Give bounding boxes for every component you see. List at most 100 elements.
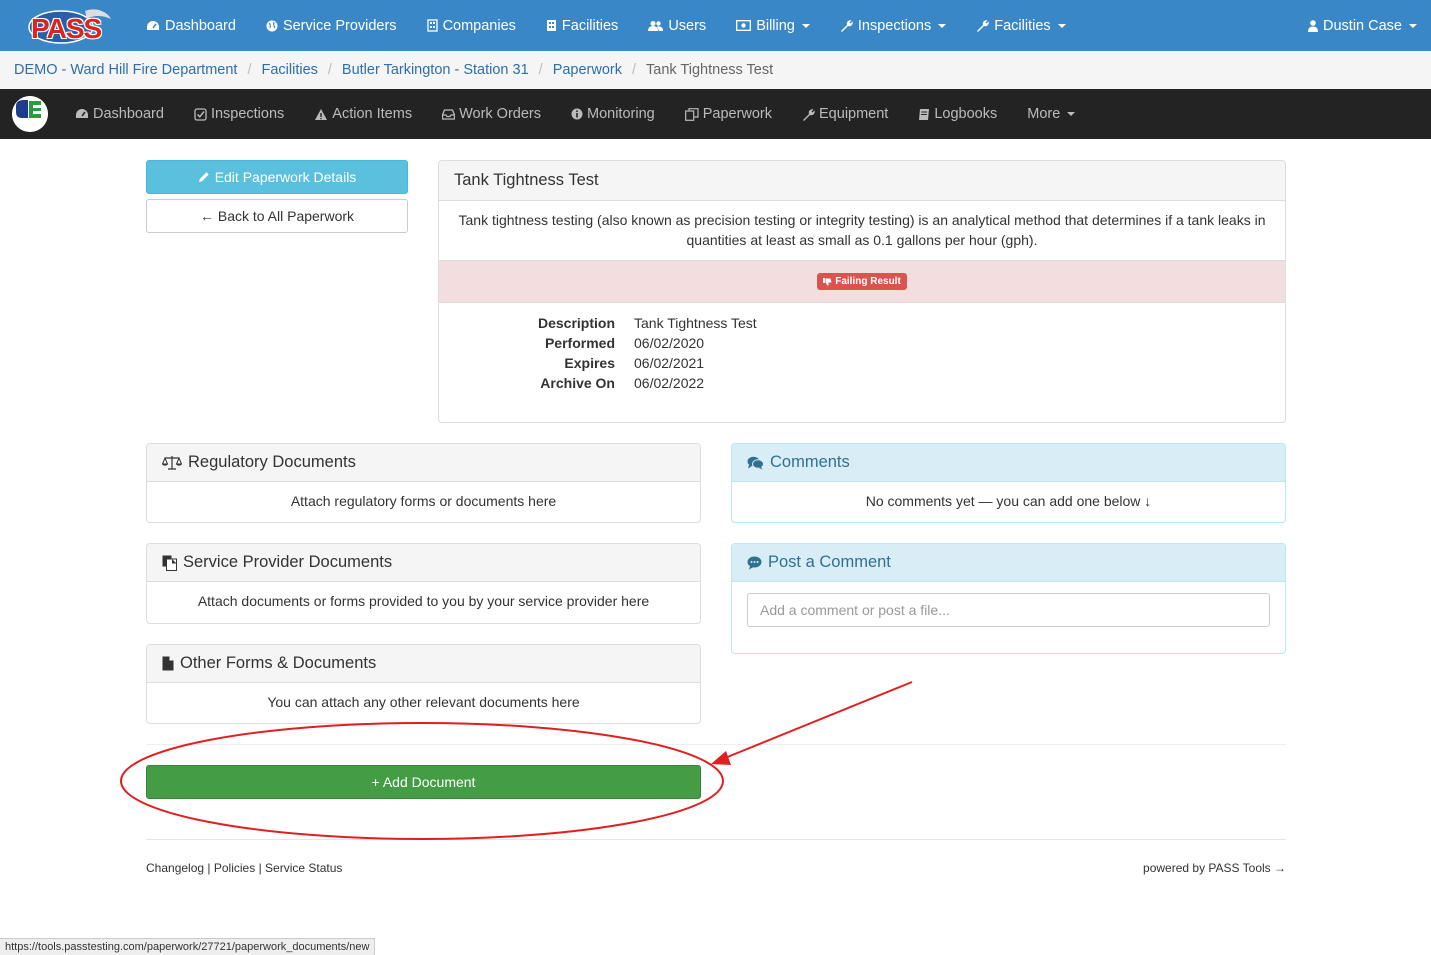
- info-circle-icon: [571, 108, 583, 120]
- balance-scale-icon: [162, 456, 182, 470]
- service-provider-documents-panel: Service Provider Documents Attach docume…: [146, 543, 701, 624]
- nav-inspections[interactable]: Inspections: [840, 17, 947, 34]
- comment-input[interactable]: Add a comment or post a file...: [747, 593, 1270, 627]
- files-icon: [162, 555, 177, 571]
- field-row: Performed 06/02/2020: [439, 333, 1285, 353]
- subnav-equipment-label: Equipment: [819, 106, 889, 122]
- nav-billing[interactable]: Billing: [736, 18, 810, 34]
- nav-dashboard[interactable]: Dashboard: [146, 18, 236, 34]
- subnav-paperwork-label: Paperwork: [702, 106, 773, 122]
- failing-result-label: Failing Result: [835, 276, 901, 287]
- nav-billing-label: Billing: [756, 17, 795, 34]
- subnav-action-items[interactable]: Action Items: [314, 106, 412, 122]
- chevron-down-icon: [938, 23, 947, 28]
- add-document-button[interactable]: + Add Document: [146, 765, 701, 799]
- book-icon: [919, 108, 930, 120]
- post-comment-title: Post a Comment: [768, 553, 891, 571]
- result-row: Failing Result: [439, 261, 1285, 303]
- money-icon: [736, 20, 752, 31]
- other-documents-panel: Other Forms & Documents You can attach a…: [146, 644, 701, 724]
- panel-heading: Comments: [732, 444, 1285, 482]
- wrench-icon: [840, 20, 853, 32]
- breadcrumb-facilities[interactable]: Facilities: [261, 62, 317, 78]
- field-label: Description: [537, 315, 615, 331]
- nav-users[interactable]: Users: [648, 18, 706, 34]
- chevron-down-icon: [1057, 23, 1066, 28]
- paperwork-fields: Description Tank Tightness Test Performe…: [439, 313, 1285, 393]
- organization-logo[interactable]: [12, 96, 48, 132]
- breadcrumb-department[interactable]: DEMO - Ward Hill Fire Department: [14, 62, 237, 78]
- comment-dots-icon: [747, 556, 762, 569]
- panel-heading: Service Provider Documents: [147, 544, 700, 582]
- nav-facilities-label: Facilities: [561, 17, 619, 34]
- facility-navbar: Dashboard Inspections Action Items Work …: [0, 89, 1431, 139]
- subnav-dashboard-label: Dashboard: [93, 106, 164, 122]
- regulatory-documents-body: Attach regulatory forms or documents her…: [290, 493, 557, 509]
- subnav-equipment[interactable]: Equipment: [802, 106, 888, 122]
- breadcrumb-separator: /: [327, 62, 332, 78]
- policies-link[interactable]: Policies: [214, 861, 255, 875]
- field-label: Archive On: [540, 375, 615, 391]
- panel-heading: Post a Comment: [732, 544, 1285, 582]
- comments-panel: Comments No comments yet — you can add o…: [731, 443, 1286, 523]
- globe-icon: [266, 20, 278, 31]
- subnav-more-label: More: [1027, 106, 1061, 122]
- comments-icon: [747, 456, 764, 469]
- regulatory-documents-title: Regulatory Documents: [188, 453, 356, 471]
- chevron-down-icon: [1409, 23, 1417, 28]
- field-value: 06/02/2020: [634, 335, 705, 351]
- user-icon: [1308, 19, 1319, 32]
- nav-companies[interactable]: Companies: [426, 17, 516, 34]
- nav-dashboard-label: Dashboard: [165, 17, 236, 34]
- warning-icon: [315, 108, 328, 120]
- field-row: Expires 06/02/2021: [439, 353, 1285, 373]
- nav-users-label: Users: [668, 17, 707, 34]
- top-navbar: PASS Dashboard Service Providers Compani…: [0, 0, 1431, 51]
- subnav-logbooks-label: Logbooks: [934, 106, 998, 122]
- subnav-action-items-label: Action Items: [332, 106, 413, 122]
- comments-title: Comments: [770, 453, 850, 471]
- wrench-icon: [977, 20, 989, 32]
- field-value: 06/02/2021: [634, 355, 705, 371]
- dashboard-icon: [76, 109, 88, 118]
- chevron-down-icon: [1067, 112, 1076, 116]
- edit-paperwork-button[interactable]: Edit Paperwork Details: [146, 160, 408, 194]
- paperwork-description: Tank tightness testing (also known as pr…: [439, 201, 1285, 261]
- subnav-paperwork[interactable]: Paperwork: [684, 106, 773, 122]
- check-square-icon: [194, 107, 207, 121]
- nav-inspections-label: Inspections: [857, 17, 932, 34]
- powered-by-link[interactable]: powered by PASS Tools →: [1143, 861, 1286, 875]
- browser-status-bar: https://tools.passtesting.com/paperwork/…: [0, 938, 376, 955]
- field-label: Performed: [544, 335, 615, 351]
- breadcrumb-current: Tank Tightness Test: [646, 62, 774, 78]
- pass-logo[interactable]: PASS: [27, 7, 113, 45]
- service-status-link[interactable]: Service Status: [265, 861, 342, 875]
- panel-heading: Other Forms & Documents: [147, 645, 700, 683]
- subnav-logbooks[interactable]: Logbooks: [918, 106, 997, 122]
- other-documents-title: Other Forms & Documents: [180, 654, 377, 672]
- service-provider-documents-body: Attach documents or forms provided to yo…: [197, 593, 650, 609]
- subnav-more[interactable]: More: [1027, 106, 1076, 122]
- edit-paperwork-label: Edit Paperwork Details: [214, 169, 357, 185]
- nav-facilities[interactable]: Facilities: [546, 18, 618, 34]
- paperwork-detail-panel: Tank Tightness Test Tank tightness testi…: [438, 160, 1286, 423]
- pencil-icon: [198, 172, 209, 182]
- breadcrumb-paperwork[interactable]: Paperwork: [553, 62, 622, 78]
- breadcrumb: DEMO - Ward Hill Fire Department / Facil…: [0, 51, 1431, 89]
- nav-companies-label: Companies: [442, 17, 516, 34]
- nav-service-providers[interactable]: Service Providers: [266, 18, 397, 34]
- back-to-paperwork-button[interactable]: ← Back to All Paperwork: [146, 199, 408, 233]
- user-menu[interactable]: Dustin Case: [1308, 0, 1417, 51]
- field-row: Archive On 06/02/2022: [439, 373, 1285, 393]
- subnav-inspections[interactable]: Inspections: [194, 106, 284, 122]
- nav-facilities-menu[interactable]: Facilities: [976, 18, 1066, 34]
- dashboard-icon: [147, 20, 159, 30]
- divider: [146, 744, 1286, 745]
- changelog-link[interactable]: Changelog: [146, 861, 204, 875]
- breadcrumb-facility[interactable]: Butler Tarkington - Station 31: [342, 62, 529, 78]
- subnav-monitoring[interactable]: Monitoring: [571, 106, 655, 122]
- back-to-paperwork-label: ← Back to All Paperwork: [199, 208, 355, 224]
- subnav-dashboard[interactable]: Dashboard: [75, 106, 164, 122]
- breadcrumb-separator: /: [247, 62, 252, 78]
- subnav-work-orders[interactable]: Work Orders: [442, 106, 541, 122]
